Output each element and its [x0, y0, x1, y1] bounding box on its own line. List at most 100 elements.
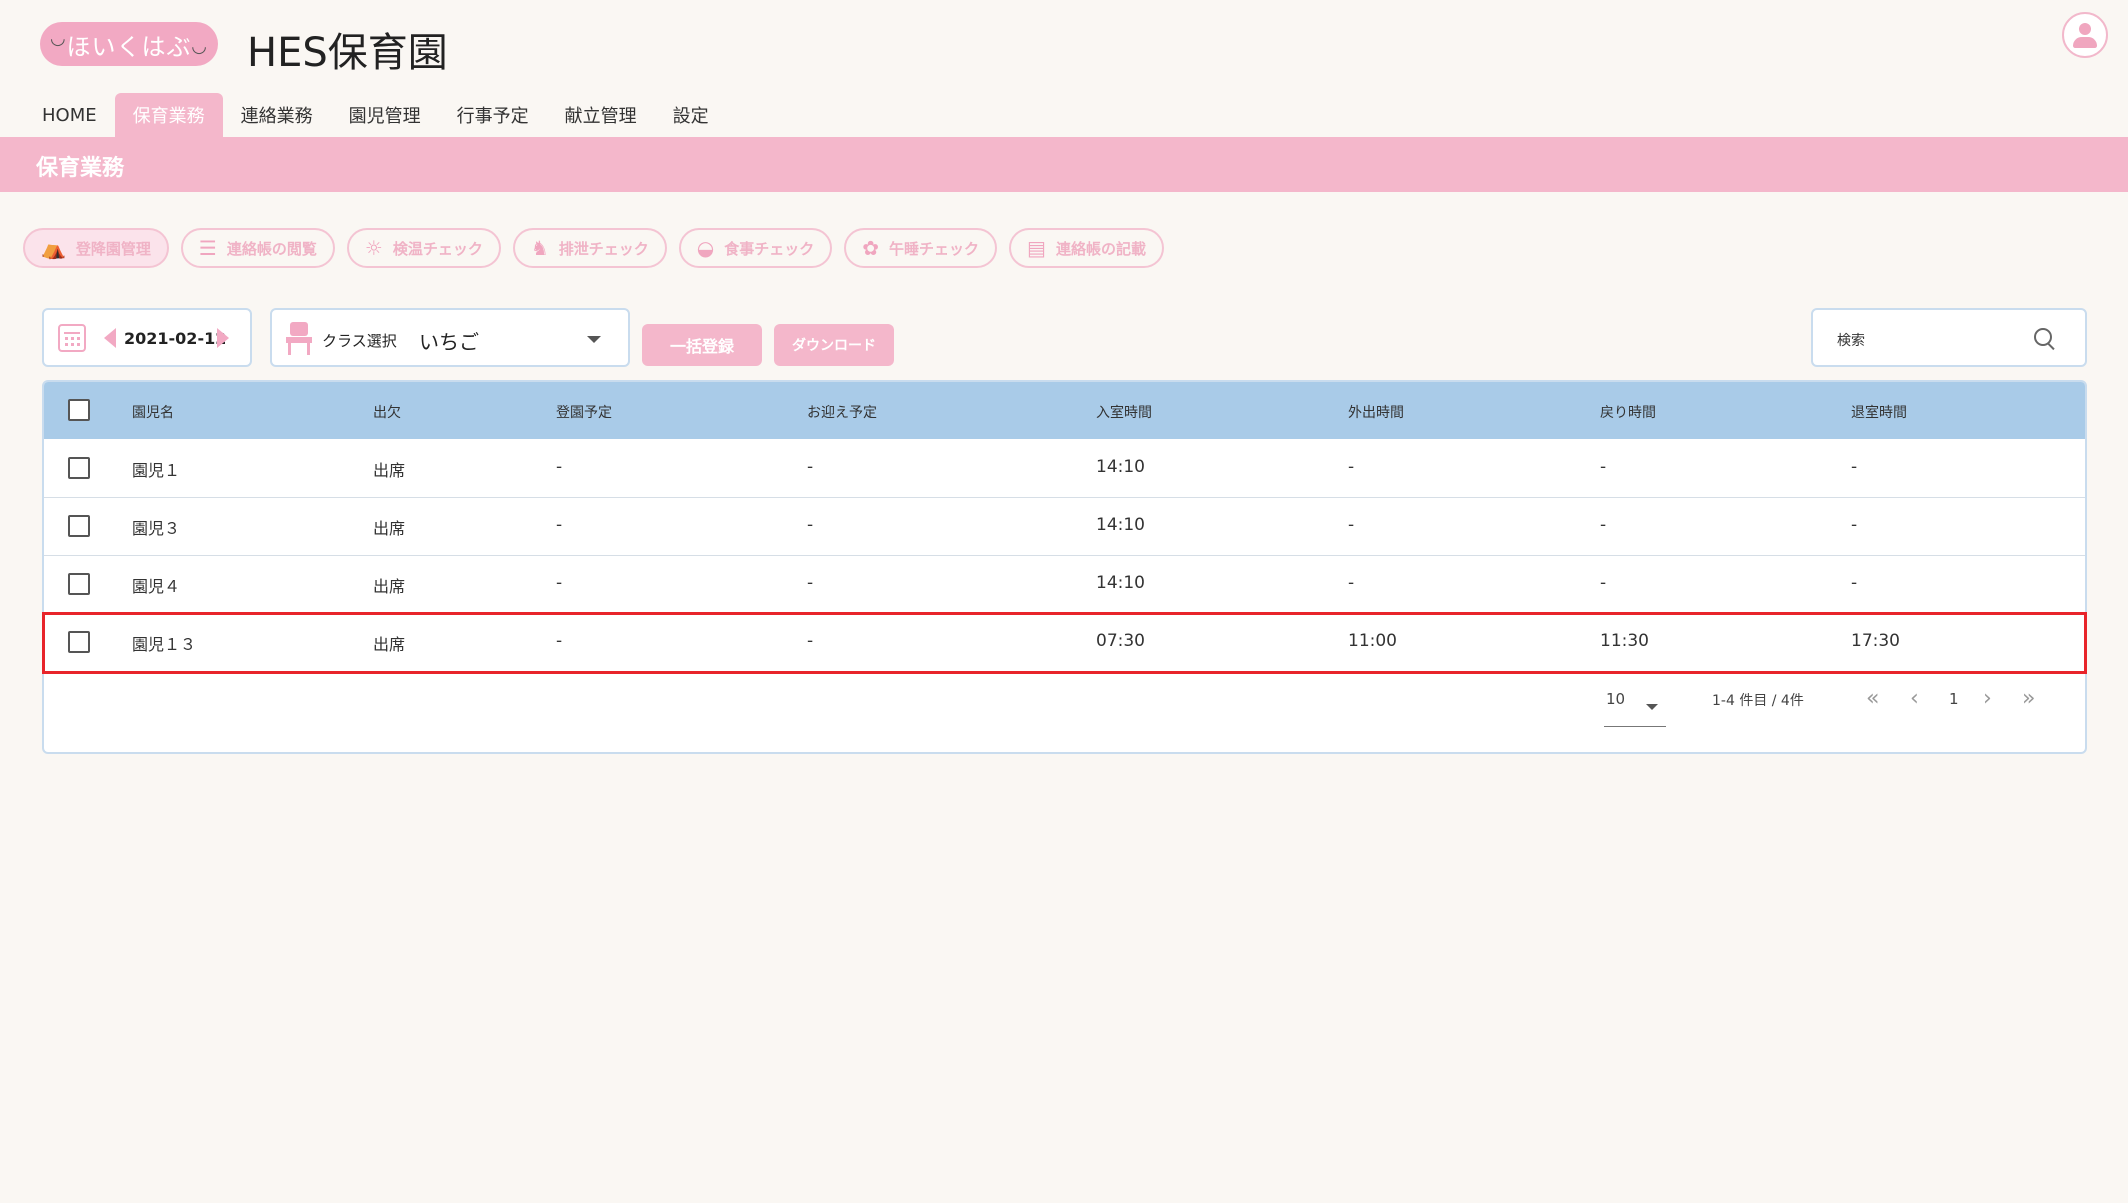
child-name: 園児１ [132, 461, 181, 480]
tab-home[interactable]: HOME [24, 93, 115, 137]
tab-childcare-work[interactable]: 保育業務 [114, 93, 223, 137]
column-header: 戻り時間 [1600, 405, 1656, 421]
class-select-label: クラス選択 [322, 332, 397, 350]
view-notebook-button[interactable]: ☰ 連絡帳の閲覧 [180, 228, 335, 268]
column-header: 退室時間 [1851, 405, 1907, 421]
arrival-plan: - [556, 631, 563, 651]
rows-per-page-select[interactable]: 10 [1606, 690, 1625, 708]
class-select[interactable]: クラス選択 いちご [270, 308, 630, 367]
exit-time: - [1851, 457, 1858, 477]
table-row[interactable]: 園児１３ 出席 - - 07:30 11:00 11:30 17:30 [44, 613, 2085, 672]
pagination-range: 1-4 件目 / 4件 [1712, 693, 1804, 709]
child-name: 園児３ [132, 519, 181, 538]
entry-time: 14:10 [1096, 457, 1145, 477]
table-header: 園児名 出欠 登園予定 お迎え予定 入室時間 外出時間 戻り時間 退室時間 [44, 382, 2085, 439]
pickup-plan: - [807, 457, 814, 477]
previous-page-icon[interactable]: ‹ [1910, 686, 1919, 711]
column-header: お迎え予定 [807, 405, 877, 421]
search-placeholder: 検索 [1837, 333, 1865, 349]
row-checkbox[interactable] [68, 631, 90, 653]
child-name: 園児４ [132, 577, 181, 596]
exit-time: - [1851, 515, 1858, 535]
column-header: 入室時間 [1096, 405, 1152, 421]
column-header: 外出時間 [1348, 405, 1404, 421]
sleep-icon: ✿ [862, 236, 880, 260]
table-row[interactable]: 園児３ 出席 - - 14:10 - - - [44, 497, 2085, 556]
table-row[interactable]: 園児１ 出席 - - 14:10 - - - [44, 439, 2085, 498]
date-picker[interactable]: 2021-02-12 [42, 308, 252, 367]
tab-children-management[interactable]: 園児管理 [331, 93, 439, 137]
entry-time: 07:30 [1096, 631, 1145, 651]
next-page-icon[interactable]: › [1983, 686, 1992, 711]
write-notebook-button[interactable]: ▤ 連絡帳の記載 [1009, 228, 1164, 268]
attendance-status: 出席 [373, 577, 406, 596]
meal-check-button[interactable]: ◒ 食事チェック [678, 228, 833, 268]
smile-icon: ◡ [191, 36, 208, 57]
arrival-plan: - [556, 573, 563, 593]
search-icon[interactable] [2034, 328, 2052, 346]
out-time: - [1348, 573, 1355, 593]
section-banner: 保育業務 [0, 137, 2128, 192]
entry-time: 14:10 [1096, 515, 1145, 535]
logo-text: ほいくはぶ [66, 32, 192, 61]
class-select-value: いちご [419, 330, 479, 354]
return-time: - [1600, 515, 1607, 535]
out-time: - [1348, 515, 1355, 535]
chevron-down-icon [587, 336, 601, 343]
tab-communication[interactable]: 連絡業務 [223, 93, 331, 137]
row-checkbox[interactable] [68, 515, 90, 537]
previous-date-icon[interactable] [104, 328, 116, 348]
pickup-plan: - [807, 573, 814, 593]
return-time: - [1600, 457, 1607, 477]
attendance-management-button[interactable]: ⛺ 登降園管理 [23, 228, 169, 268]
next-date-icon[interactable] [217, 328, 229, 348]
excretion-check-button[interactable]: ♞ 排泄チェック [512, 228, 667, 268]
rows-per-page-underline [1604, 726, 1666, 727]
current-date: 2021-02-12 [124, 329, 227, 348]
return-time: - [1600, 573, 1607, 593]
function-buttons: ⛺ 登降園管理 ☰ 連絡帳の閲覧 ☼ 検温チェック ♞ 排泄チェック ◒ 食事チ… [23, 228, 1164, 268]
attendance-status: 出席 [373, 461, 406, 480]
tab-settings[interactable]: 設定 [655, 93, 727, 137]
smile-icon: ◡ [50, 28, 67, 49]
thermometer-icon: ☼ [364, 236, 383, 260]
arrival-plan: - [556, 515, 563, 535]
column-header: 園児名 [132, 405, 174, 421]
attendance-status: 出席 [373, 635, 406, 654]
search-input[interactable]: 検索 [1811, 308, 2087, 367]
section-title: 保育業務 [36, 156, 125, 181]
column-header: 出欠 [373, 405, 401, 421]
duck-icon: ♞ [530, 236, 549, 260]
last-page-icon[interactable]: » [2022, 686, 2035, 711]
user-avatar-icon[interactable] [2062, 12, 2108, 58]
arrival-plan: - [556, 457, 563, 477]
entry-time: 14:10 [1096, 573, 1145, 593]
exit-time: 17:30 [1851, 631, 1900, 651]
bowl-icon: ◒ [696, 236, 715, 260]
chair-icon [286, 322, 312, 356]
tab-events[interactable]: 行事予定 [439, 93, 547, 137]
calendar-icon[interactable] [58, 324, 86, 352]
first-page-icon[interactable]: « [1866, 686, 1879, 711]
row-checkbox[interactable] [68, 457, 90, 479]
pickup-plan: - [807, 631, 814, 651]
bulk-register-button[interactable]: 一括登録 [642, 324, 762, 366]
temperature-check-button[interactable]: ☼ 検温チェック [346, 228, 501, 268]
attendance-icon: ⛺ [41, 236, 66, 260]
current-page-number[interactable]: 1 [1949, 690, 1959, 708]
app-logo[interactable]: ◡ ほいくはぶ ◡ [40, 22, 218, 66]
select-all-checkbox[interactable] [68, 399, 90, 421]
nap-check-button[interactable]: ✿ 午睡チェック [844, 228, 998, 268]
tab-menu-management[interactable]: 献立管理 [547, 93, 655, 137]
out-time: 11:00 [1348, 631, 1397, 651]
child-name: 園児１３ [132, 635, 197, 654]
table-row[interactable]: 園児４ 出席 - - 14:10 - - - [44, 555, 2085, 614]
return-time: 11:30 [1600, 631, 1649, 651]
exit-time: - [1851, 573, 1858, 593]
download-button[interactable]: ダウンロード [774, 324, 894, 366]
row-checkbox[interactable] [68, 573, 90, 595]
app-title: HES保育園 [247, 30, 448, 76]
notebook-icon: ▤ [1027, 236, 1046, 260]
out-time: - [1348, 457, 1355, 477]
chevron-down-icon[interactable] [1646, 704, 1658, 710]
